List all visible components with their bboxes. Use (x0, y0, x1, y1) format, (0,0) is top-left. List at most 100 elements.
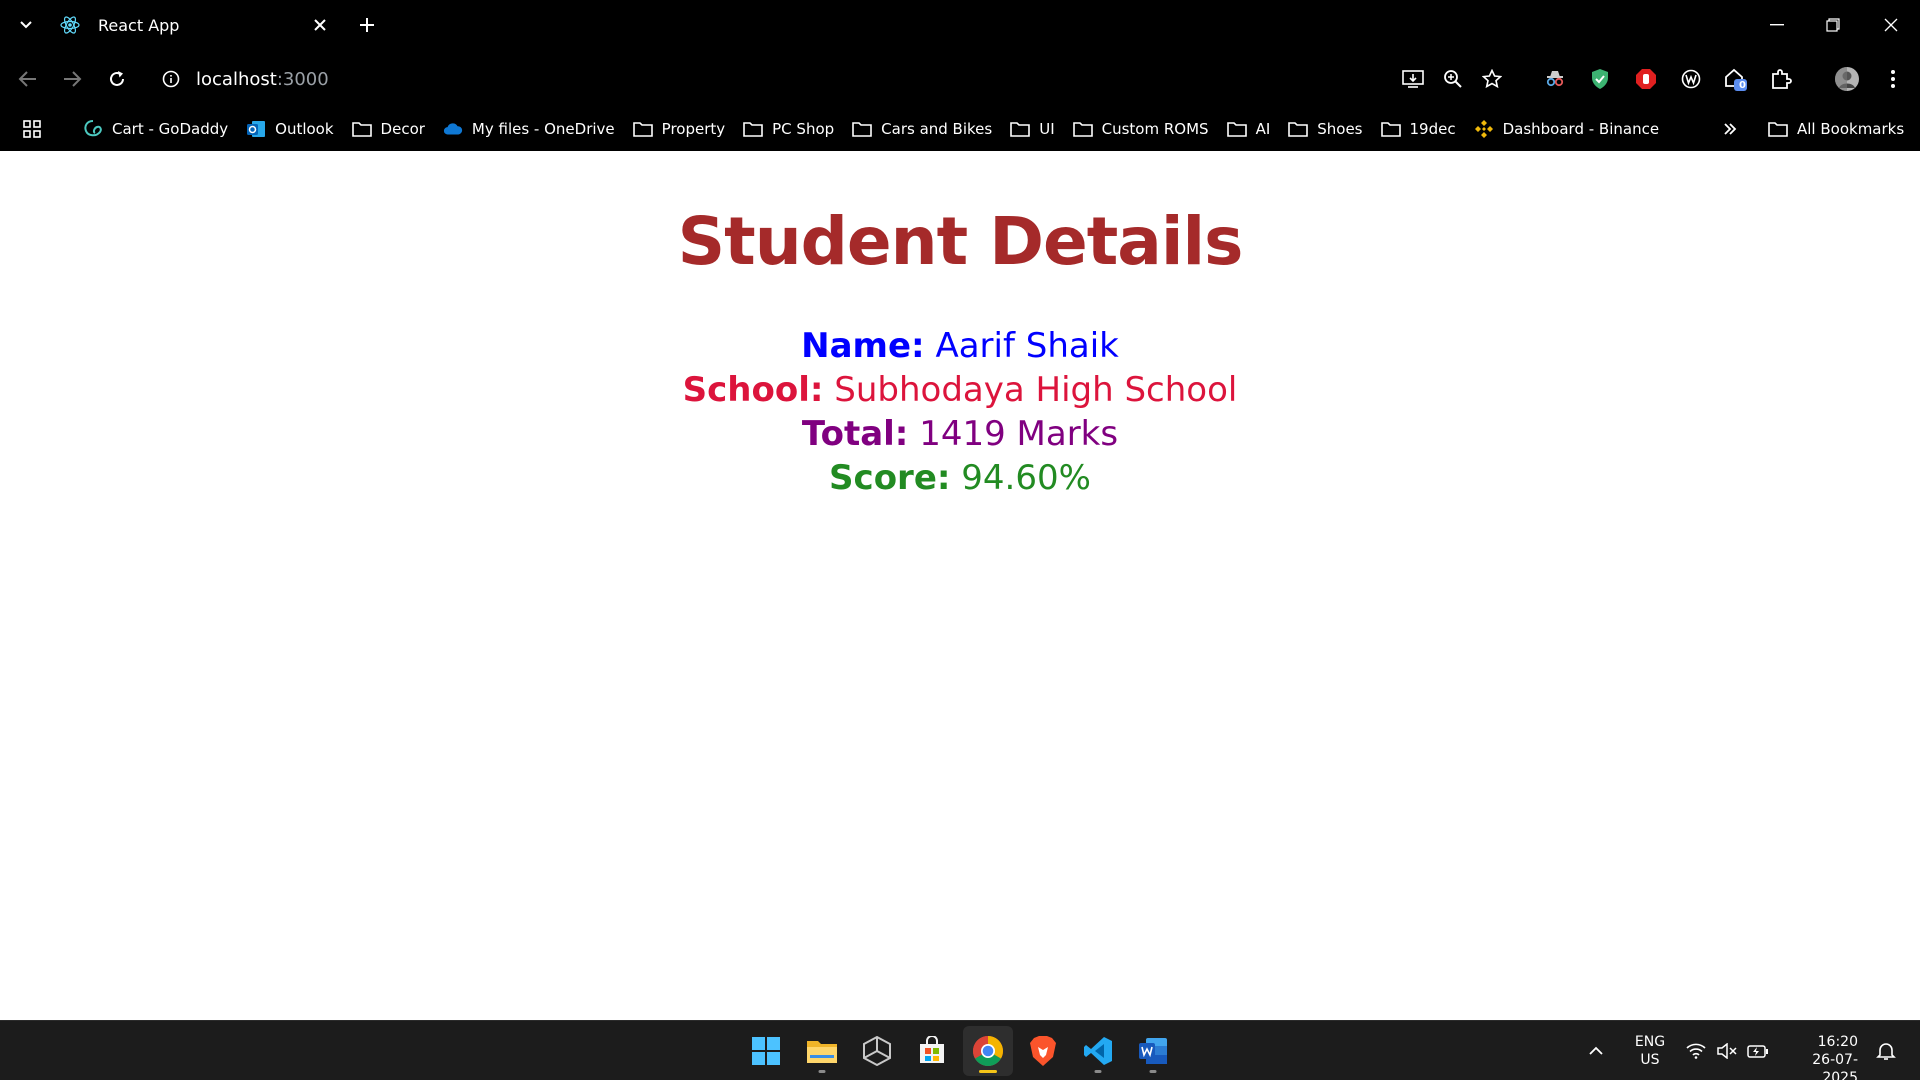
folder-icon (632, 119, 653, 139)
bookmark-item[interactable]: Shoes (1279, 114, 1371, 144)
extension-shield-button[interactable] (1586, 65, 1614, 93)
w-circle-icon (1681, 69, 1701, 89)
bookmark-item[interactable]: 19dec (1372, 114, 1465, 144)
zoom-button[interactable] (1439, 65, 1467, 93)
taskbar-unity-hub[interactable] (852, 1026, 902, 1076)
bookmark-item[interactable]: Cart - GoDaddy (74, 114, 237, 144)
bookmark-label: My files - OneDrive (471, 120, 615, 138)
folder-icon (1768, 119, 1788, 139)
wifi-icon (1686, 1043, 1706, 1059)
bookmark-star-button[interactable] (1478, 65, 1506, 93)
all-bookmarks-label: All Bookmarks (1797, 120, 1905, 138)
language-indicator[interactable]: ENG US (1630, 1033, 1670, 1069)
page-title: Student Details (677, 203, 1244, 280)
incognito-extension-icon (1546, 71, 1564, 87)
extension-spy-button[interactable] (1541, 65, 1569, 93)
notifications-button[interactable] (1876, 1021, 1896, 1080)
install-app-button[interactable] (1399, 65, 1427, 93)
bookmark-item[interactable]: Property (624, 114, 734, 144)
taskbar-vscode[interactable] (1073, 1026, 1123, 1076)
zoom-icon (1444, 70, 1462, 88)
tab-title: React App (98, 15, 180, 35)
plus-icon (360, 18, 374, 32)
apps-grid-button[interactable] (20, 117, 44, 141)
bookmarks-overflow-button[interactable] (1716, 114, 1744, 144)
minimize-button[interactable] (1762, 10, 1792, 40)
bookmark-item[interactable]: Decor (343, 114, 434, 144)
bookmark-item[interactable]: PC Shop (734, 114, 843, 144)
extension-w-button[interactable] (1677, 65, 1705, 93)
bookmark-item[interactable]: UI (1001, 114, 1063, 144)
bookmark-label: Dashboard - Binance (1502, 120, 1660, 138)
bookmark-item[interactable]: My files - OneDrive (434, 114, 624, 144)
taskbar-brave[interactable] (1018, 1026, 1068, 1076)
bookmark-item[interactable]: Outlook (237, 114, 342, 144)
close-icon (1884, 18, 1898, 32)
taskbar-microsoft-store[interactable] (907, 1026, 957, 1076)
back-button[interactable] (14, 65, 42, 93)
language-code: ENG (1634, 1034, 1666, 1050)
profile-button[interactable] (1833, 65, 1861, 93)
clock[interactable]: 16:20 26-07-2025 (1778, 1033, 1858, 1080)
reload-button[interactable] (103, 65, 131, 93)
brave-lion-icon (1030, 1036, 1056, 1066)
browser-menu-button[interactable] (1879, 65, 1907, 93)
bookmark-item[interactable]: Cars and Bikes (843, 114, 1001, 144)
folder-icon (351, 119, 372, 139)
bookmark-item[interactable]: Custom ROMS (1064, 114, 1218, 144)
arrow-left-icon (18, 71, 36, 87)
extension-stop-button[interactable] (1632, 65, 1660, 93)
wifi-button[interactable] (1686, 1021, 1706, 1080)
start-button[interactable] (741, 1026, 791, 1076)
extension-home-button[interactable]: 0 (1722, 65, 1750, 93)
forward-button[interactable] (58, 65, 86, 93)
folder-icon (1226, 119, 1247, 139)
name-value: Aarif Shaik (935, 326, 1119, 366)
restore-button[interactable] (1818, 10, 1848, 40)
store-bag-icon (920, 1036, 944, 1063)
star-icon (1482, 69, 1502, 89)
bookmark-item[interactable]: Dashboard - Binance (1465, 114, 1668, 144)
extensions-button[interactable] (1767, 65, 1795, 93)
taskbar-word[interactable] (1128, 1026, 1178, 1076)
folder-icon (743, 119, 763, 139)
site-info-icon[interactable] (150, 70, 192, 88)
word-icon (1139, 1038, 1167, 1064)
outlook-icon (246, 119, 266, 139)
school-label: School: (682, 370, 824, 410)
screen: React App localhost:3000 0 Cart - GoDad… (0, 0, 1920, 1080)
volume-button[interactable] (1717, 1021, 1737, 1080)
bookmarks-bar: Cart - GoDaddy Outlook Decor My files - One… (0, 108, 1920, 150)
taskbar-chrome[interactable] (963, 1026, 1013, 1076)
total-label: Total: (801, 414, 909, 454)
onedrive-icon (443, 119, 463, 139)
kebab-menu-icon (1891, 70, 1895, 88)
tab-search-button[interactable] (12, 11, 40, 39)
bookmark-item[interactable]: AI (1218, 114, 1280, 144)
address-bar[interactable]: localhost:3000 (150, 59, 1390, 99)
taskbar-file-explorer[interactable] (797, 1026, 847, 1076)
close-window-button[interactable] (1876, 10, 1906, 40)
total-row: Total: 1419 Marks (0, 412, 1920, 456)
name-label: Name: (801, 326, 925, 366)
battery-button[interactable] (1747, 1021, 1769, 1080)
godaddy-icon (83, 119, 103, 139)
bookmark-list: Cart - GoDaddy Outlook Decor My files - One… (74, 114, 1668, 144)
bookmark-label: Decor (380, 120, 425, 138)
browser-toolbar: localhost:3000 0 (0, 50, 1920, 108)
vscode-icon (1084, 1037, 1112, 1065)
binance-icon (1474, 119, 1494, 139)
extension-badge-count: 0 (1739, 80, 1746, 91)
score-value: 94.60% (961, 458, 1091, 498)
taskbar: ENG US 16:20 26-07-2025 (0, 1020, 1920, 1080)
new-tab-button[interactable] (353, 11, 381, 39)
bookmark-label: Outlook (275, 120, 334, 138)
tab-react-app[interactable]: React App (50, 7, 340, 43)
bookmark-label: AI (1255, 120, 1271, 138)
show-hidden-icons-button[interactable] (1588, 1021, 1604, 1080)
bookmark-label: Shoes (1317, 120, 1363, 138)
all-bookmarks-button[interactable]: All Bookmarks (1768, 114, 1904, 144)
name-row: Name: Aarif Shaik (0, 324, 1920, 368)
close-tab-icon[interactable] (308, 13, 332, 37)
minimize-icon (1770, 24, 1784, 26)
